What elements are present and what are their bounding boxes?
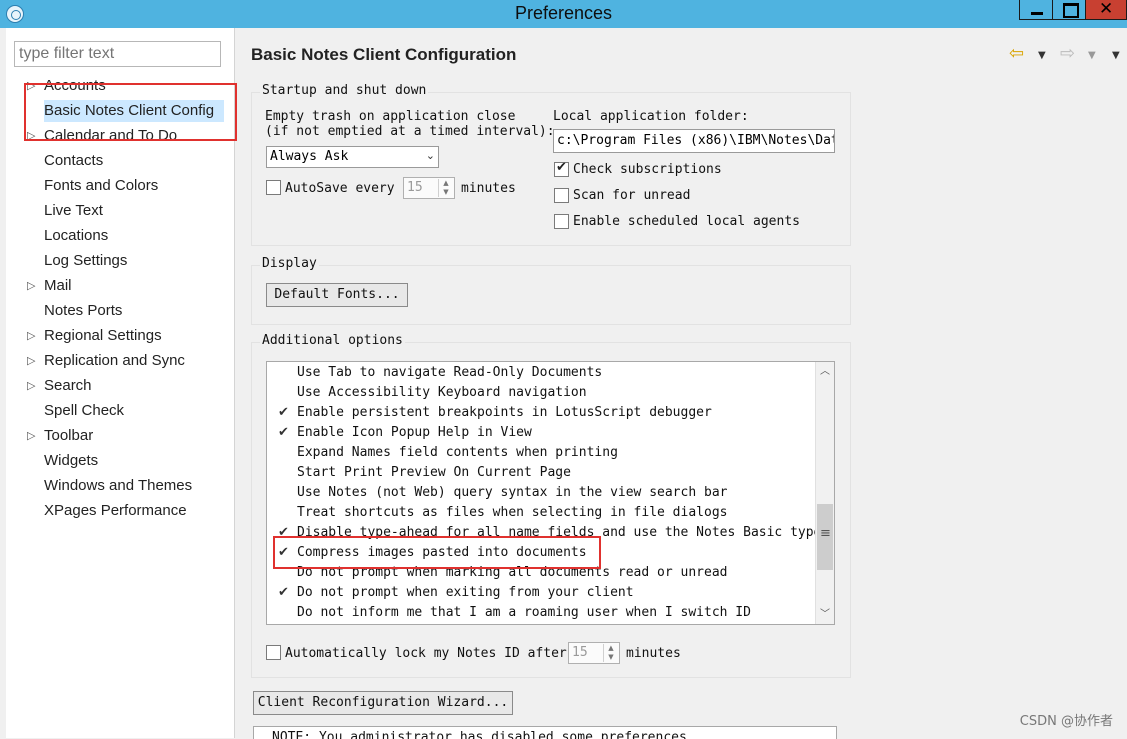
expand-arrow-icon[interactable]: ▷ xyxy=(27,425,37,447)
checkmark-icon: ✔ xyxy=(278,425,289,440)
startup-group-label: Startup and shut down xyxy=(260,83,429,98)
tree-item-toolbar[interactable]: Toolbar xyxy=(44,425,93,447)
check-subscriptions-label: Check subscriptions xyxy=(573,162,722,177)
window-title: Preferences xyxy=(514,3,613,23)
highlight-annotation xyxy=(24,83,237,141)
option-item[interactable]: Expand Names field contents when printin… xyxy=(297,443,618,463)
option-item[interactable]: Start Print Preview On Current Page xyxy=(297,463,571,483)
list-scrollbar[interactable]: ︿ ﹀ xyxy=(815,362,834,624)
additional-options-label: Additional options xyxy=(260,333,405,348)
local-folder-value: c:\Program Files (x86)\IBM\Notes\Data xyxy=(557,133,835,148)
local-folder-field[interactable]: c:\Program Files (x86)\IBM\Notes\Data xyxy=(553,129,835,153)
scan-unread-checkbox[interactable] xyxy=(554,188,569,203)
title-bar: Preferences xyxy=(0,0,1127,28)
autosave-minutes-spinner[interactable]: 15 ▲ ▼ xyxy=(403,177,455,199)
tree-item-log-settings[interactable]: Log Settings xyxy=(44,250,127,272)
close-button[interactable] xyxy=(1085,0,1127,20)
lock-id-minutes-spinner[interactable]: 15 ▲ ▼ xyxy=(568,642,620,664)
option-item[interactable]: Use Notes (not Web) query syntax in the … xyxy=(297,483,727,503)
tree-item-mail[interactable]: Mail xyxy=(44,275,72,297)
option-item[interactable]: Do not prompt when exiting from your cli… xyxy=(297,583,634,603)
autosave-label: AutoSave every xyxy=(285,181,395,196)
autosave-checkbox[interactable] xyxy=(266,180,281,195)
enable-agents-checkbox[interactable] xyxy=(554,214,569,229)
highlight-annotation xyxy=(273,536,601,569)
spin-up-icon[interactable]: ▲ xyxy=(603,644,618,653)
spin-down-icon[interactable]: ▼ xyxy=(603,653,618,662)
spin-down-icon[interactable]: ▼ xyxy=(438,188,453,197)
additional-options-list[interactable]: Use Tab to navigate Read-Only Documents … xyxy=(266,361,835,625)
expand-arrow-icon[interactable]: ▷ xyxy=(27,350,37,372)
enable-agents-label: Enable scheduled local agents xyxy=(573,214,800,229)
option-item[interactable]: Use Accessibility Keyboard navigation xyxy=(297,383,587,403)
empty-trash-label-2: (if not emptied at a timed interval): xyxy=(265,124,555,139)
view-menu-icon[interactable]: ▼ xyxy=(1112,50,1120,61)
filter-input[interactable] xyxy=(14,41,221,67)
tree-item-regional-settings[interactable]: Regional Settings xyxy=(44,325,162,347)
display-group-label: Display xyxy=(260,256,319,271)
default-fonts-button[interactable]: Default Fonts... xyxy=(266,283,408,307)
check-subscriptions-checkbox[interactable] xyxy=(554,160,569,177)
maximize-button[interactable] xyxy=(1052,0,1086,20)
option-item[interactable]: Enable Icon Popup Help in View xyxy=(297,423,532,443)
tree-item-live-text[interactable]: Live Text xyxy=(44,200,103,222)
back-dropdown-icon[interactable]: ▼ xyxy=(1038,50,1046,61)
scroll-down-icon[interactable]: ﹀ xyxy=(817,606,833,623)
checkmark-icon: ✔ xyxy=(278,405,289,420)
option-item[interactable]: Use Tab to navigate Read-Only Documents xyxy=(297,363,602,383)
chevron-down-icon: ⌄ xyxy=(425,149,435,162)
preference-page: Basic Notes Client Configuration ⇦ ▼ ⇨ ▼… xyxy=(235,28,1127,739)
lock-id-minutes-label: minutes xyxy=(626,646,681,661)
option-item[interactable]: Treat shortcuts as files when selecting … xyxy=(297,503,727,523)
tree-item-windows-and-themes[interactable]: Windows and Themes xyxy=(44,475,192,497)
empty-trash-value: Always Ask xyxy=(270,149,349,164)
spin-up-icon[interactable]: ▲ xyxy=(438,179,453,188)
scan-unread-label: Scan for unread xyxy=(573,188,691,203)
expand-arrow-icon[interactable]: ▷ xyxy=(27,375,37,397)
tree-item-notes-ports[interactable]: Notes Ports xyxy=(44,300,122,322)
autosave-value: 15 xyxy=(407,180,423,195)
expand-arrow-icon[interactable]: ▷ xyxy=(27,325,37,347)
forward-dropdown-icon[interactable]: ▼ xyxy=(1088,50,1096,61)
tree-item-replication-and-sync[interactable]: Replication and Sync xyxy=(44,350,185,372)
option-item[interactable]: Enable persistent breakpoints in LotusSc… xyxy=(297,403,712,423)
option-item[interactable]: Do not inform me that I am a roaming use… xyxy=(297,603,751,623)
back-arrow-icon[interactable]: ⇦ xyxy=(1009,43,1024,64)
scroll-up-icon[interactable]: ︿ xyxy=(817,363,833,380)
tree-item-fonts-and-colors[interactable]: Fonts and Colors xyxy=(44,175,158,197)
note-field: NOTE: You administrator has disabled som… xyxy=(253,726,837,739)
empty-trash-label: Empty trash on application close xyxy=(265,109,516,124)
autosave-minutes-label: minutes xyxy=(461,181,516,196)
scroll-thumb[interactable] xyxy=(817,504,833,570)
lock-id-value: 15 xyxy=(572,645,588,660)
local-folder-label: Local application folder: xyxy=(553,109,749,124)
checkmark-icon: ✔ xyxy=(278,585,289,600)
tree-item-contacts[interactable]: Contacts xyxy=(44,150,103,172)
page-title: Basic Notes Client Configuration xyxy=(251,45,517,64)
forward-arrow-icon[interactable]: ⇨ xyxy=(1060,43,1075,64)
lock-id-label: Automatically lock my Notes ID after xyxy=(285,646,567,661)
tree-item-widgets[interactable]: Widgets xyxy=(44,450,98,472)
empty-trash-dropdown[interactable]: Always Ask ⌄ xyxy=(266,146,439,168)
tree-item-xpages-performance[interactable]: XPages Performance xyxy=(44,500,187,522)
expand-arrow-icon[interactable]: ▷ xyxy=(27,275,37,297)
lock-id-checkbox[interactable] xyxy=(266,645,281,660)
tree-item-search[interactable]: Search xyxy=(44,375,92,397)
watermark: CSDN @协作者 xyxy=(1019,714,1113,729)
client-reconfiguration-wizard-button[interactable]: Client Reconfiguration Wizard... xyxy=(253,691,513,715)
tree-item-locations[interactable]: Locations xyxy=(44,225,108,247)
preferences-tree-pane: ▷ Accounts Basic Notes Client Config ▷ C… xyxy=(6,28,237,738)
minimize-button[interactable] xyxy=(1019,0,1053,20)
tree-item-spell-check[interactable]: Spell Check xyxy=(44,400,124,422)
